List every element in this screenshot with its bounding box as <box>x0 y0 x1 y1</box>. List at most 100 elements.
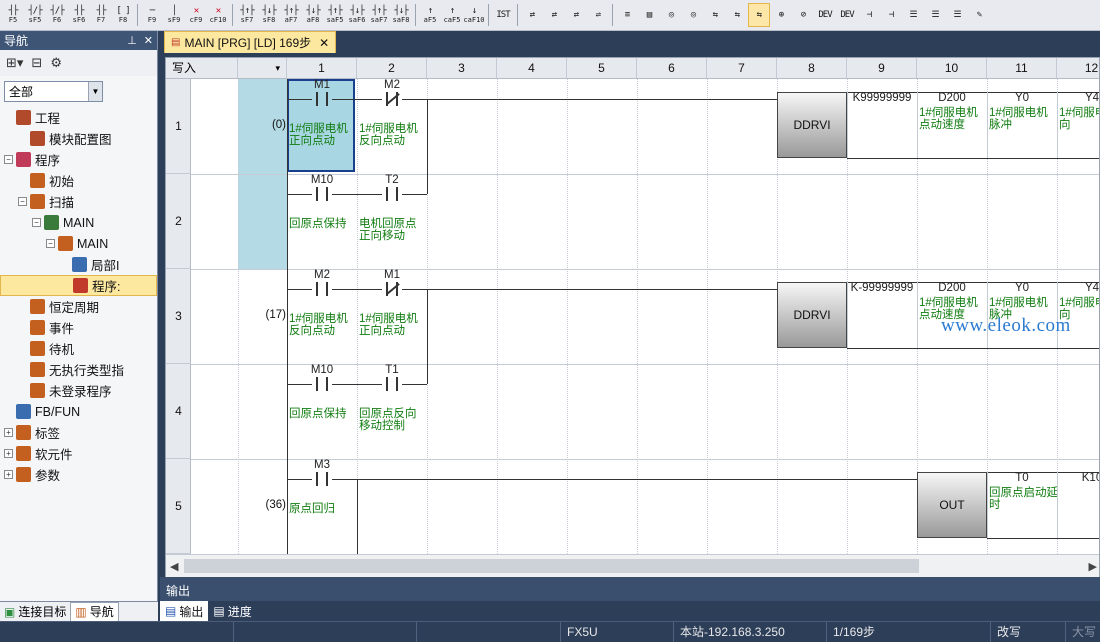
ladder-tool-icon[interactable]: ◎ <box>682 3 704 27</box>
tree-item[interactable]: 模块配置图 <box>0 128 157 149</box>
ladder-tool-icon[interactable]: ⊕ <box>770 3 792 27</box>
ladder-tool-icon[interactable]: ◎ <box>660 3 682 27</box>
ladder-tool-icon[interactable]: ☰ <box>924 3 946 27</box>
rising-pulse-icon[interactable]: ┤↑├ sF7 <box>236 3 258 27</box>
operation-rising-icon[interactable]: ↑ caF5 <box>441 3 463 27</box>
instruction-icon[interactable]: [ ] F8 <box>112 3 134 27</box>
vertical-line-icon[interactable]: │ sF9 <box>163 3 185 27</box>
operand[interactable]: Y4 <box>1057 92 1099 104</box>
normally-open-contact[interactable] <box>312 282 332 296</box>
tree-item[interactable]: + 标签 <box>0 422 157 443</box>
tab-main-ladder[interactable]: ▤ MAIN [PRG] [LD] 169步 ✕ <box>164 31 337 53</box>
tree-item[interactable]: FB/FUN <box>0 401 157 422</box>
expand-toggle-icon[interactable]: − <box>18 197 27 206</box>
normally-open-contact[interactable] <box>382 187 402 201</box>
falling-pulse-close-icon[interactable]: ┤↓├ saF6 <box>346 3 368 27</box>
tree-item[interactable]: 未登录程序 <box>0 380 157 401</box>
closed-contact-parallel-icon[interactable]: ┤├ sF6 <box>68 3 90 27</box>
ladder-tool-icon[interactable]: ☰ <box>902 3 924 27</box>
pin-icon[interactable]: ⊥ <box>127 34 137 47</box>
ladder-tool-icon[interactable]: ⇄ <box>521 3 543 27</box>
horizontal-scrollbar[interactable]: ◀ ▶ <box>166 554 1099 577</box>
tree-view-icon[interactable]: ⊞▾ <box>6 55 23 71</box>
nav-tab[interactable]: ▥ 导航 <box>70 601 119 622</box>
normally-open-contact[interactable] <box>312 472 332 486</box>
ladder-tool-icon[interactable]: ▤ <box>638 3 660 27</box>
normally-closed-contact[interactable] <box>382 92 402 106</box>
chevron-down-icon[interactable]: ▾ <box>238 58 287 78</box>
operand[interactable]: K-99999999 <box>847 282 917 294</box>
scroll-right-icon[interactable]: ▶ <box>1089 560 1097 573</box>
scroll-thumb[interactable] <box>184 559 919 573</box>
tree-item[interactable]: + 软元件 <box>0 443 157 464</box>
closed-contact-icon[interactable]: ┤/├ F6 <box>46 3 68 27</box>
tree-item[interactable]: 工程 <box>0 107 157 128</box>
ladder-tool-icon[interactable]: ⇄ <box>543 3 565 27</box>
operand[interactable]: Y0 <box>987 282 1057 294</box>
scroll-left-icon[interactable]: ◀ <box>170 560 178 573</box>
tree-item[interactable]: 程序: <box>0 275 157 296</box>
operand[interactable]: Y4 <box>1057 282 1099 294</box>
falling-pulse-icon[interactable]: ┤↓├ sF8 <box>258 3 280 27</box>
edit-mode[interactable]: 写入 <box>166 58 238 78</box>
delete-horizontal-icon[interactable]: ✕ cF9 <box>185 3 207 27</box>
expand-toggle-icon[interactable]: + <box>4 449 13 458</box>
tab-output[interactable]: ▤ 输出 <box>160 601 209 621</box>
ladder-tool-icon[interactable]: ⊘ <box>792 3 814 27</box>
tree-item[interactable]: − MAIN <box>0 233 157 254</box>
ladder-tool-icon[interactable]: ⇌ <box>587 3 609 27</box>
operand[interactable]: K10 <box>1057 472 1099 484</box>
close-icon[interactable]: ✕ <box>319 36 329 50</box>
ladder-tool-icon[interactable]: ✎ <box>968 3 990 27</box>
operand[interactable]: D200 <box>917 282 987 294</box>
inline-structured-text-icon[interactable]: IST <box>492 3 514 27</box>
ladder-tool-icon[interactable]: ⊣ <box>858 3 880 27</box>
rising-pulse-close-icon[interactable]: ┤↑├ saF5 <box>324 3 346 27</box>
expand-toggle-icon[interactable]: − <box>4 155 13 164</box>
tab-progress[interactable]: ▤ 进度 <box>208 601 256 621</box>
tree-item[interactable]: 待机 <box>0 338 157 359</box>
device-tool-icon[interactable]: DEV <box>836 3 858 27</box>
expand-toggle-icon[interactable]: + <box>4 470 13 479</box>
delete-vertical-icon[interactable]: ✕ cF10 <box>207 3 229 27</box>
falling-pulse-parallel-icon[interactable]: ┤↓├ aF8 <box>302 3 324 27</box>
close-icon[interactable]: ✕ <box>144 34 153 47</box>
tree-item[interactable]: 事件 <box>0 317 157 338</box>
expand-toggle-icon[interactable]: − <box>32 218 41 227</box>
connect-target-tab[interactable]: ▣ 连接目标 <box>0 602 70 622</box>
ladder-tool-icon[interactable]: ☰ <box>946 3 968 27</box>
ladder-tool-icon[interactable]: ⇆ <box>704 3 726 27</box>
expand-toggle-icon[interactable]: + <box>4 428 13 437</box>
tree-item[interactable]: 无执行类型指 <box>0 359 157 380</box>
tree-item[interactable]: − 程序 <box>0 149 157 170</box>
tree-item[interactable]: 恒定周期 <box>0 296 157 317</box>
ladder-tool-icon[interactable]: ⇆ <box>726 3 748 27</box>
operand[interactable]: Y0 <box>987 92 1057 104</box>
operand[interactable]: K99999999 <box>847 92 917 104</box>
normally-open-contact[interactable] <box>312 187 332 201</box>
operation-falling-icon[interactable]: ↓ caF10 <box>463 3 485 27</box>
operand[interactable]: T0 <box>987 472 1057 484</box>
open-contact-parallel-icon[interactable]: ┤/├ sF5 <box>24 3 46 27</box>
operand[interactable]: D200 <box>917 92 987 104</box>
normally-open-contact[interactable] <box>312 92 332 106</box>
open-contact-icon[interactable]: ┤├ F5 <box>2 3 24 27</box>
tree-item[interactable]: + 参数 <box>0 464 157 485</box>
ladder-editor[interactable]: 写入 ▾ 1 2 3 4 5 6 7 8 9 10 11 12 (0) (17) (36) M1 1#伺服电机… <box>165 57 1100 578</box>
gear-icon[interactable]: ⚙ <box>50 55 62 71</box>
rising-pulse-parallel-icon[interactable]: ┤↑├ aF7 <box>280 3 302 27</box>
instruction-block[interactable]: DDRVI <box>777 92 847 158</box>
ladder-tool-icon[interactable]: ⊣ <box>880 3 902 27</box>
filter-select[interactable]: 全部 ▼ <box>4 81 103 102</box>
device-tool-icon[interactable]: DEV <box>814 3 836 27</box>
normally-closed-contact[interactable] <box>382 282 402 296</box>
collapse-icon[interactable]: ⊟ <box>31 55 42 71</box>
instruction-block[interactable]: DDRVI <box>777 282 847 348</box>
ladder-tool-icon[interactable]: ⇄ <box>565 3 587 27</box>
falling-parallel-close-icon[interactable]: ┤↓├ saF8 <box>390 3 412 27</box>
ladder-tool-icon[interactable]: ≡ <box>616 3 638 27</box>
tree-item[interactable]: − 扫描 <box>0 191 157 212</box>
invert-icon[interactable]: ↑ aF5 <box>419 3 441 27</box>
tree-item[interactable]: − MAIN <box>0 212 157 233</box>
coil-icon[interactable]: ┤├ F7 <box>90 3 112 27</box>
